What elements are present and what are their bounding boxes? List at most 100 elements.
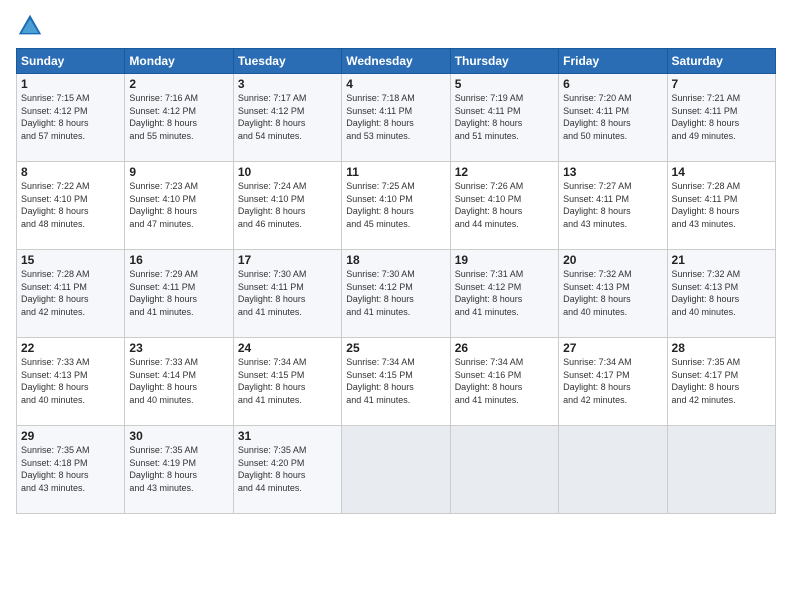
day-info: Sunrise: 7:31 AM Sunset: 4:12 PM Dayligh…	[455, 268, 554, 318]
calendar-header-sunday: Sunday	[17, 49, 125, 74]
calendar-week-4: 22Sunrise: 7:33 AM Sunset: 4:13 PM Dayli…	[17, 338, 776, 426]
calendar-cell: 27Sunrise: 7:34 AM Sunset: 4:17 PM Dayli…	[559, 338, 667, 426]
day-info: Sunrise: 7:25 AM Sunset: 4:10 PM Dayligh…	[346, 180, 445, 230]
calendar-cell: 28Sunrise: 7:35 AM Sunset: 4:17 PM Dayli…	[667, 338, 775, 426]
day-number: 16	[129, 253, 228, 267]
day-info: Sunrise: 7:30 AM Sunset: 4:12 PM Dayligh…	[346, 268, 445, 318]
calendar-header-saturday: Saturday	[667, 49, 775, 74]
day-info: Sunrise: 7:26 AM Sunset: 4:10 PM Dayligh…	[455, 180, 554, 230]
day-number: 4	[346, 77, 445, 91]
calendar-table: SundayMondayTuesdayWednesdayThursdayFrid…	[16, 48, 776, 514]
calendar-cell: 9Sunrise: 7:23 AM Sunset: 4:10 PM Daylig…	[125, 162, 233, 250]
calendar-cell: 2Sunrise: 7:16 AM Sunset: 4:12 PM Daylig…	[125, 74, 233, 162]
day-info: Sunrise: 7:33 AM Sunset: 4:13 PM Dayligh…	[21, 356, 120, 406]
calendar-cell: 1Sunrise: 7:15 AM Sunset: 4:12 PM Daylig…	[17, 74, 125, 162]
calendar-header-monday: Monday	[125, 49, 233, 74]
calendar-cell: 12Sunrise: 7:26 AM Sunset: 4:10 PM Dayli…	[450, 162, 558, 250]
day-info: Sunrise: 7:19 AM Sunset: 4:11 PM Dayligh…	[455, 92, 554, 142]
calendar-cell: 31Sunrise: 7:35 AM Sunset: 4:20 PM Dayli…	[233, 426, 341, 514]
calendar-header-wednesday: Wednesday	[342, 49, 450, 74]
calendar-cell: 16Sunrise: 7:29 AM Sunset: 4:11 PM Dayli…	[125, 250, 233, 338]
calendar-cell: 13Sunrise: 7:27 AM Sunset: 4:11 PM Dayli…	[559, 162, 667, 250]
calendar-cell: 20Sunrise: 7:32 AM Sunset: 4:13 PM Dayli…	[559, 250, 667, 338]
calendar-week-5: 29Sunrise: 7:35 AM Sunset: 4:18 PM Dayli…	[17, 426, 776, 514]
day-number: 8	[21, 165, 120, 179]
day-info: Sunrise: 7:32 AM Sunset: 4:13 PM Dayligh…	[563, 268, 662, 318]
day-number: 26	[455, 341, 554, 355]
calendar-cell: 10Sunrise: 7:24 AM Sunset: 4:10 PM Dayli…	[233, 162, 341, 250]
day-number: 19	[455, 253, 554, 267]
page-container: SundayMondayTuesdayWednesdayThursdayFrid…	[0, 0, 792, 522]
day-info: Sunrise: 7:15 AM Sunset: 4:12 PM Dayligh…	[21, 92, 120, 142]
calendar-cell: 14Sunrise: 7:28 AM Sunset: 4:11 PM Dayli…	[667, 162, 775, 250]
calendar-header-row: SundayMondayTuesdayWednesdayThursdayFrid…	[17, 49, 776, 74]
day-number: 31	[238, 429, 337, 443]
calendar-cell: 30Sunrise: 7:35 AM Sunset: 4:19 PM Dayli…	[125, 426, 233, 514]
header-row	[16, 12, 776, 40]
day-info: Sunrise: 7:27 AM Sunset: 4:11 PM Dayligh…	[563, 180, 662, 230]
calendar-cell: 23Sunrise: 7:33 AM Sunset: 4:14 PM Dayli…	[125, 338, 233, 426]
day-info: Sunrise: 7:16 AM Sunset: 4:12 PM Dayligh…	[129, 92, 228, 142]
day-info: Sunrise: 7:23 AM Sunset: 4:10 PM Dayligh…	[129, 180, 228, 230]
calendar-cell: 8Sunrise: 7:22 AM Sunset: 4:10 PM Daylig…	[17, 162, 125, 250]
day-info: Sunrise: 7:24 AM Sunset: 4:10 PM Dayligh…	[238, 180, 337, 230]
calendar-cell: 22Sunrise: 7:33 AM Sunset: 4:13 PM Dayli…	[17, 338, 125, 426]
day-number: 24	[238, 341, 337, 355]
calendar-cell: 3Sunrise: 7:17 AM Sunset: 4:12 PM Daylig…	[233, 74, 341, 162]
day-number: 28	[672, 341, 771, 355]
day-number: 11	[346, 165, 445, 179]
calendar-week-2: 8Sunrise: 7:22 AM Sunset: 4:10 PM Daylig…	[17, 162, 776, 250]
day-number: 2	[129, 77, 228, 91]
calendar-header-friday: Friday	[559, 49, 667, 74]
day-info: Sunrise: 7:34 AM Sunset: 4:17 PM Dayligh…	[563, 356, 662, 406]
day-number: 9	[129, 165, 228, 179]
day-number: 10	[238, 165, 337, 179]
day-info: Sunrise: 7:32 AM Sunset: 4:13 PM Dayligh…	[672, 268, 771, 318]
calendar-cell: 18Sunrise: 7:30 AM Sunset: 4:12 PM Dayli…	[342, 250, 450, 338]
day-info: Sunrise: 7:21 AM Sunset: 4:11 PM Dayligh…	[672, 92, 771, 142]
day-info: Sunrise: 7:22 AM Sunset: 4:10 PM Dayligh…	[21, 180, 120, 230]
calendar-week-1: 1Sunrise: 7:15 AM Sunset: 4:12 PM Daylig…	[17, 74, 776, 162]
day-number: 22	[21, 341, 120, 355]
calendar-cell: 11Sunrise: 7:25 AM Sunset: 4:10 PM Dayli…	[342, 162, 450, 250]
day-number: 5	[455, 77, 554, 91]
day-info: Sunrise: 7:18 AM Sunset: 4:11 PM Dayligh…	[346, 92, 445, 142]
calendar-cell: 17Sunrise: 7:30 AM Sunset: 4:11 PM Dayli…	[233, 250, 341, 338]
day-info: Sunrise: 7:28 AM Sunset: 4:11 PM Dayligh…	[21, 268, 120, 318]
day-number: 3	[238, 77, 337, 91]
calendar-cell	[667, 426, 775, 514]
day-number: 13	[563, 165, 662, 179]
calendar-header-thursday: Thursday	[450, 49, 558, 74]
calendar-cell	[450, 426, 558, 514]
day-number: 12	[455, 165, 554, 179]
calendar-cell	[342, 426, 450, 514]
day-number: 25	[346, 341, 445, 355]
calendar-cell: 7Sunrise: 7:21 AM Sunset: 4:11 PM Daylig…	[667, 74, 775, 162]
day-info: Sunrise: 7:35 AM Sunset: 4:20 PM Dayligh…	[238, 444, 337, 494]
day-number: 7	[672, 77, 771, 91]
day-info: Sunrise: 7:34 AM Sunset: 4:15 PM Dayligh…	[346, 356, 445, 406]
calendar-week-3: 15Sunrise: 7:28 AM Sunset: 4:11 PM Dayli…	[17, 250, 776, 338]
calendar-cell: 25Sunrise: 7:34 AM Sunset: 4:15 PM Dayli…	[342, 338, 450, 426]
day-info: Sunrise: 7:35 AM Sunset: 4:17 PM Dayligh…	[672, 356, 771, 406]
calendar-cell: 15Sunrise: 7:28 AM Sunset: 4:11 PM Dayli…	[17, 250, 125, 338]
day-number: 20	[563, 253, 662, 267]
calendar-cell: 21Sunrise: 7:32 AM Sunset: 4:13 PM Dayli…	[667, 250, 775, 338]
calendar-cell: 24Sunrise: 7:34 AM Sunset: 4:15 PM Dayli…	[233, 338, 341, 426]
logo	[16, 12, 48, 40]
day-info: Sunrise: 7:20 AM Sunset: 4:11 PM Dayligh…	[563, 92, 662, 142]
day-number: 29	[21, 429, 120, 443]
day-info: Sunrise: 7:35 AM Sunset: 4:19 PM Dayligh…	[129, 444, 228, 494]
day-number: 17	[238, 253, 337, 267]
day-number: 15	[21, 253, 120, 267]
day-info: Sunrise: 7:34 AM Sunset: 4:15 PM Dayligh…	[238, 356, 337, 406]
calendar-cell: 4Sunrise: 7:18 AM Sunset: 4:11 PM Daylig…	[342, 74, 450, 162]
day-number: 30	[129, 429, 228, 443]
calendar-cell: 6Sunrise: 7:20 AM Sunset: 4:11 PM Daylig…	[559, 74, 667, 162]
day-info: Sunrise: 7:34 AM Sunset: 4:16 PM Dayligh…	[455, 356, 554, 406]
day-info: Sunrise: 7:29 AM Sunset: 4:11 PM Dayligh…	[129, 268, 228, 318]
day-number: 27	[563, 341, 662, 355]
calendar-cell: 19Sunrise: 7:31 AM Sunset: 4:12 PM Dayli…	[450, 250, 558, 338]
day-info: Sunrise: 7:35 AM Sunset: 4:18 PM Dayligh…	[21, 444, 120, 494]
day-number: 21	[672, 253, 771, 267]
